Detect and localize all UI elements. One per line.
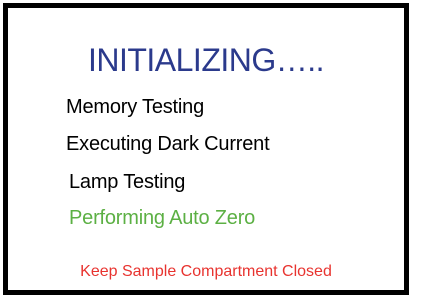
step-lamp-testing: Lamp Testing <box>69 171 186 193</box>
initializing-title: INITIALIZING….. <box>87 42 325 78</box>
step-dark-current: Executing Dark Current <box>66 133 270 155</box>
initialization-panel: INITIALIZING….. Memory Testing Executing… <box>3 3 409 295</box>
step-memory-testing: Memory Testing <box>66 96 204 118</box>
warning-message: Keep Sample Compartment Closed <box>80 263 332 280</box>
step-auto-zero: Performing Auto Zero <box>69 207 256 229</box>
